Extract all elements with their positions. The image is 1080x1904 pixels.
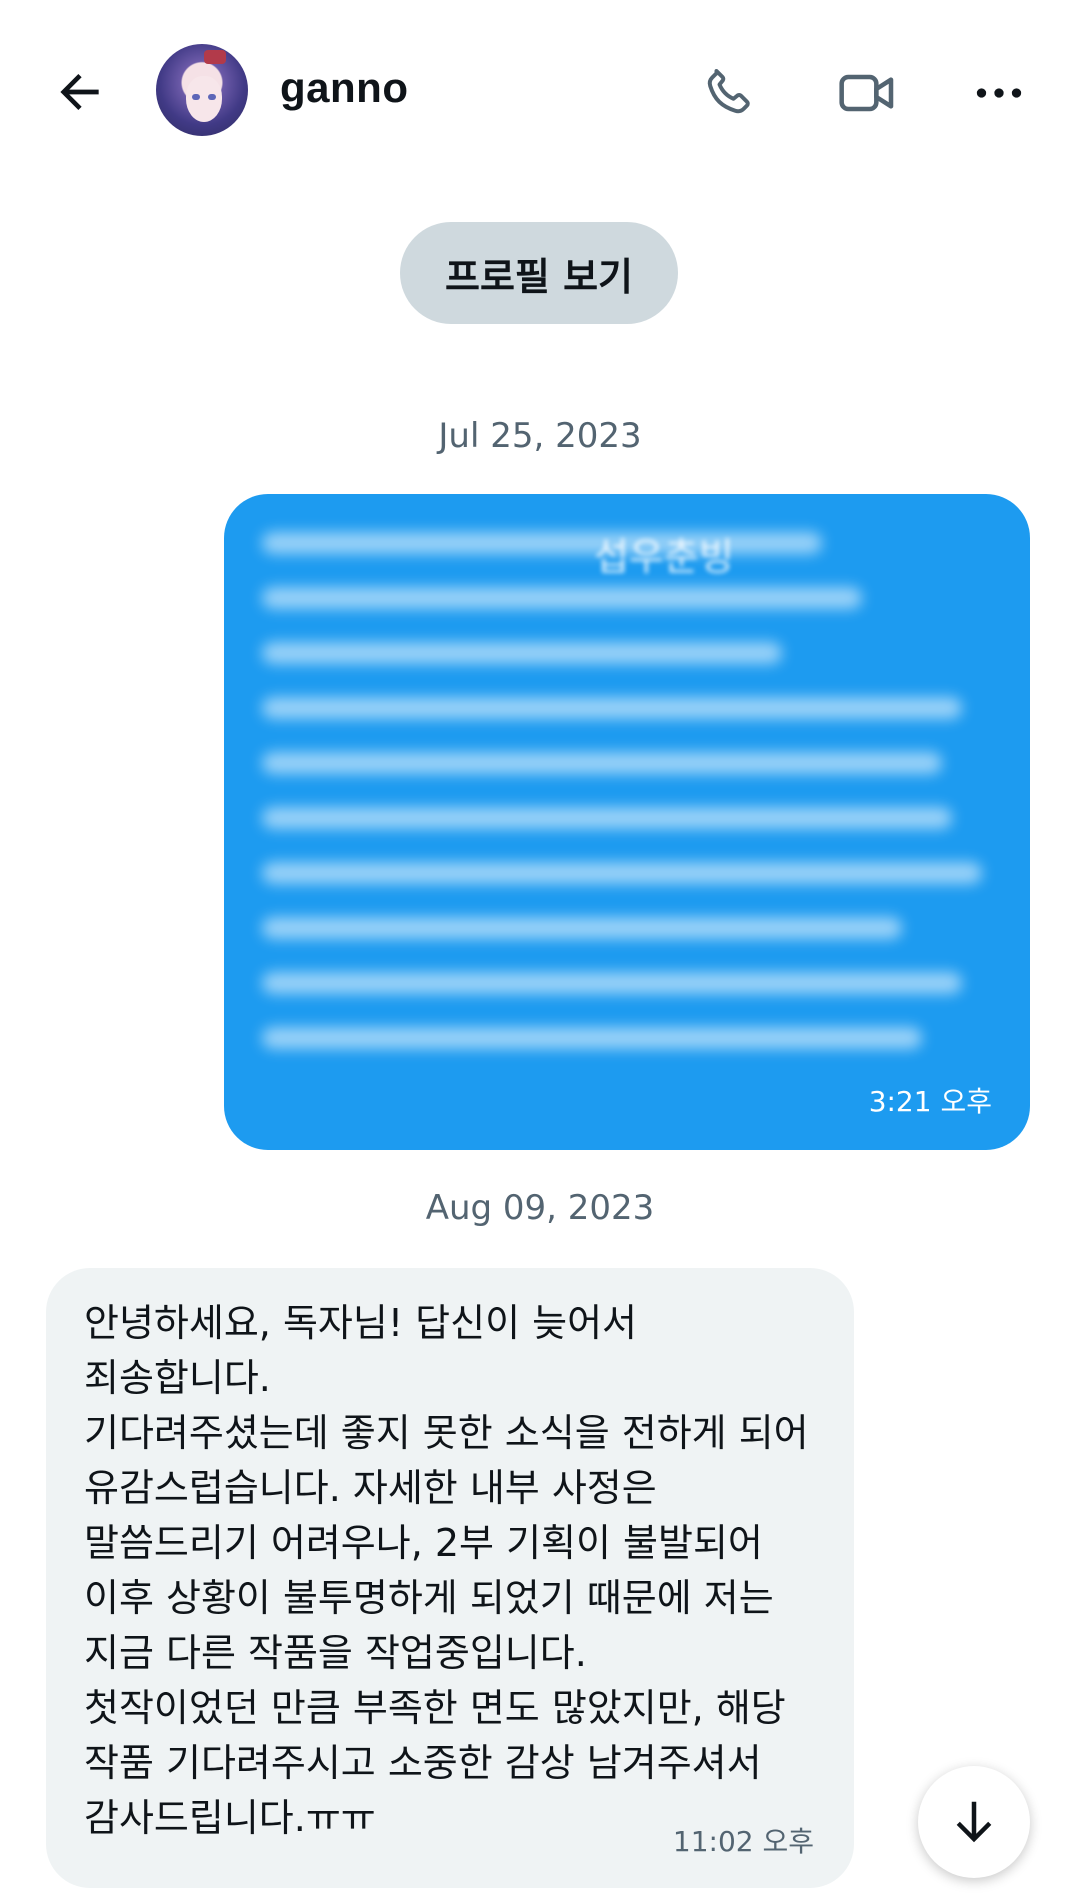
- view-profile-button[interactable]: 프로필 보기: [400, 222, 678, 324]
- received-message-bubble[interactable]: 안녕하세요, 독자님! 답신이 늦어서 죄송합니다. 기다려주셨는데 좋지 못한…: [46, 1268, 854, 1888]
- conversation-header: ganno: [0, 0, 1080, 180]
- video-call-button[interactable]: [832, 58, 902, 128]
- message-timestamp: 11:02 오후: [672, 1825, 814, 1858]
- received-message-text: 안녕하세요, 독자님! 답신이 늦어서 죄송합니다. 기다려주셨는데 좋지 못한…: [84, 1301, 809, 1840]
- sent-message-fragment: 섭우춘빙: [594, 535, 734, 579]
- date-separator: Aug 09, 2023: [425, 1188, 655, 1228]
- phone-icon: [707, 69, 750, 114]
- more-options-button[interactable]: [964, 58, 1034, 128]
- call-button[interactable]: [695, 58, 765, 128]
- date-separator: Jul 25, 2023: [438, 416, 642, 456]
- blurred-message-text: [262, 532, 982, 1082]
- back-arrow-icon: [60, 74, 99, 110]
- arrow-down-icon: [956, 1801, 992, 1843]
- more-icon: [976, 88, 1022, 98]
- back-button[interactable]: [48, 60, 112, 124]
- sent-message-bubble[interactable]: 섭우춘빙 3:21 오후: [224, 494, 1030, 1150]
- username[interactable]: ganno: [280, 64, 408, 112]
- avatar[interactable]: [156, 44, 248, 136]
- message-timestamp: 3:21 오후: [868, 1085, 992, 1118]
- video-icon: [839, 74, 894, 112]
- scroll-to-bottom-button[interactable]: [918, 1766, 1030, 1878]
- dm-conversation-screen: ganno 프로필 보기 Jul 25, 2023 섭우춘빙 3:21 오후 A…: [0, 0, 1080, 1904]
